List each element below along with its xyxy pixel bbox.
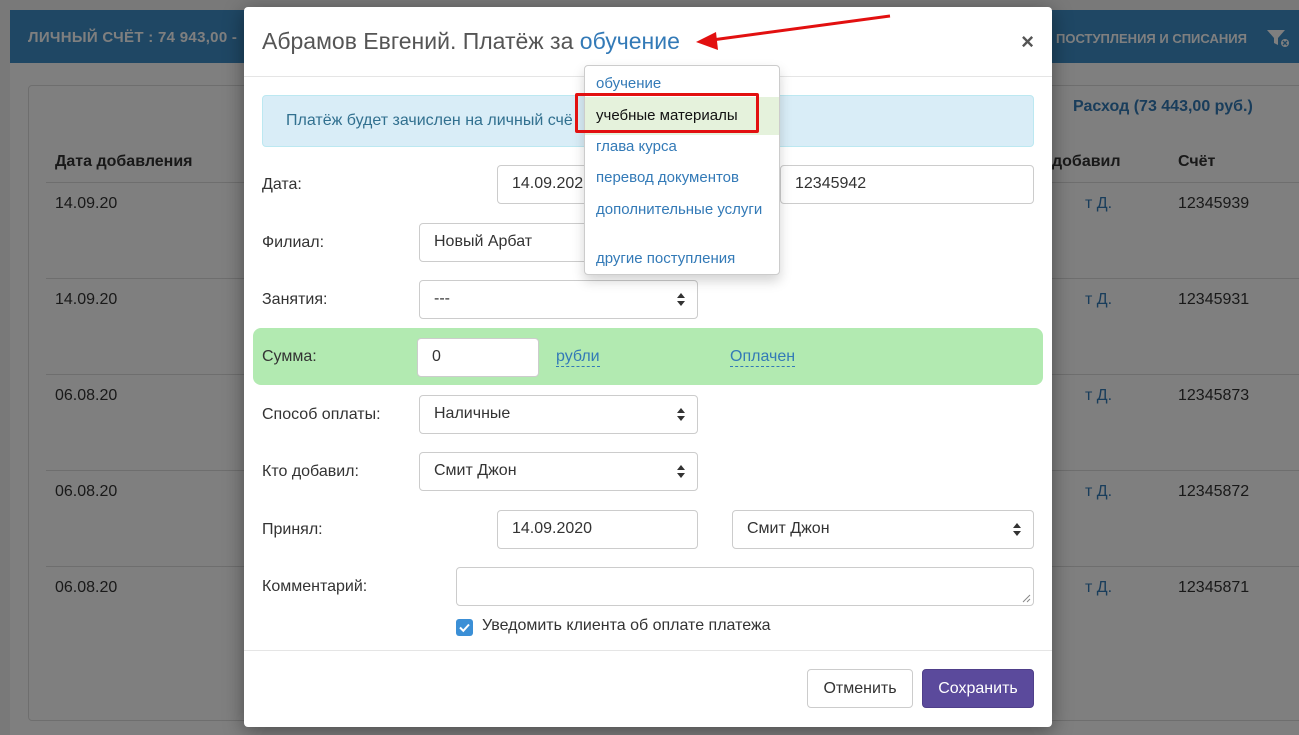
checkmark-icon [459,623,470,633]
dropdown-item-other-income[interactable]: другие поступления [596,250,766,268]
sum-input[interactable]: 0 [417,338,539,377]
currency-link[interactable]: рубли [556,348,600,367]
status-link[interactable]: Оплачен [730,348,796,367]
added-by-label: Кто добавил: [262,463,359,480]
added-by-select[interactable]: Смит Джон [419,452,698,491]
lessons-select[interactable]: --- [419,280,698,319]
footer-divider [244,650,1052,651]
modal-title: Абрамов Евгений. Платёж за обучение [262,28,680,55]
highlight-box [575,93,759,133]
comment-label: Комментарий: [262,578,368,595]
comment-textarea[interactable] [456,567,1034,606]
accepted-by-select[interactable]: Смит Джон [732,510,1034,549]
branch-label: Филиал: [262,234,325,251]
save-button[interactable]: Сохранить [922,669,1034,708]
payment-method-label: Способ оплаты: [262,406,381,423]
accepted-label: Принял: [262,521,323,538]
resize-grip-icon[interactable] [1022,594,1031,603]
modal-title-text: Абрамов Евгений. Платёж за [262,28,574,54]
sum-row [253,328,1043,385]
payment-method-select[interactable]: Наличные [419,395,698,434]
cancel-button[interactable]: Отменить [807,669,913,708]
dropdown-item-training[interactable]: обучение [596,75,766,93]
notify-checkbox[interactable] [456,619,473,636]
dropdown-item-extra-services[interactable]: дополнительные услуги [596,201,766,219]
payment-purpose-link[interactable]: обучение [580,28,680,54]
notify-checkbox-label[interactable]: Уведомить клиента об оплате платежа [482,617,771,635]
sum-label: Сумма: [262,348,317,365]
date-label: Дата: [262,176,302,193]
dropdown-item-course-chapter[interactable]: глава курса [596,138,766,156]
dropdown-item-translation[interactable]: перевод документов [596,169,766,187]
account-input[interactable]: 12345942 [780,165,1034,204]
accepted-date-input[interactable]: 14.09.2020 [497,510,698,549]
lessons-label: Занятия: [262,291,328,308]
close-icon[interactable]: × [1021,29,1034,55]
